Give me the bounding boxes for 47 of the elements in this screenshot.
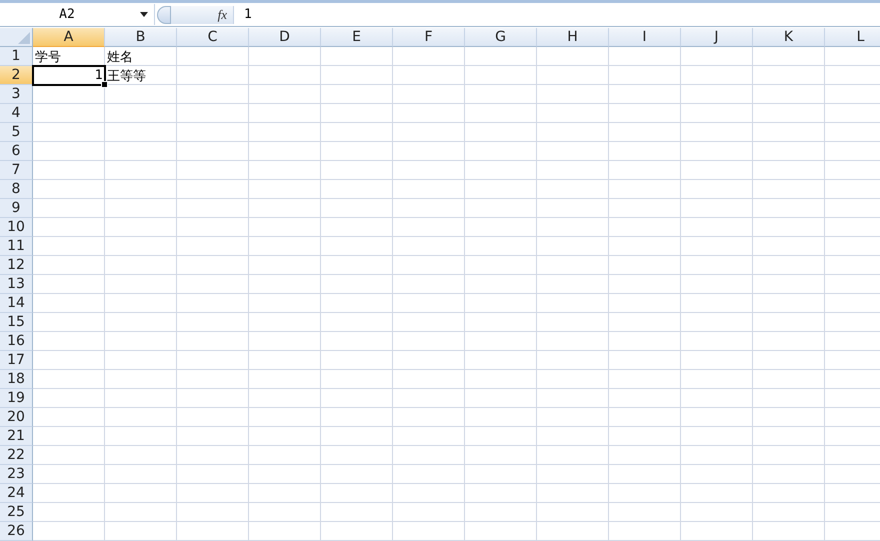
row-header[interactable]: 14 xyxy=(0,294,33,313)
row-header[interactable]: 13 xyxy=(0,275,33,294)
column-header[interactable]: K xyxy=(753,28,825,47)
row-header[interactable]: 15 xyxy=(0,313,33,332)
row-header[interactable]: 4 xyxy=(0,104,33,123)
row-header[interactable]: 19 xyxy=(0,389,33,408)
row-header[interactable]: 26 xyxy=(0,522,33,541)
table-cell[interactable]: 姓名 xyxy=(105,47,177,66)
row-header[interactable]: 21 xyxy=(0,427,33,446)
table-cell[interactable]: 王等等 xyxy=(105,66,177,85)
row-header[interactable]: 23 xyxy=(0,465,33,484)
row-header[interactable]: 16 xyxy=(0,332,33,351)
column-header[interactable]: L xyxy=(825,28,880,47)
table-cell[interactable]: 学号 xyxy=(33,47,105,66)
row-header[interactable]: 7 xyxy=(0,161,33,180)
row-header[interactable]: 12 xyxy=(0,256,33,275)
column-header[interactable]: J xyxy=(681,28,753,47)
row-header[interactable]: 20 xyxy=(0,408,33,427)
row-header[interactable]: 2 xyxy=(0,66,33,85)
dropdown-caret-icon[interactable] xyxy=(140,12,148,17)
row-header[interactable]: 8 xyxy=(0,180,33,199)
corner-triangle-icon xyxy=(18,32,30,44)
row-header[interactable]: 17 xyxy=(0,351,33,370)
row-header[interactable]: 9 xyxy=(0,199,33,218)
column-header[interactable]: D xyxy=(249,28,321,47)
resize-grip-icon[interactable] xyxy=(157,6,171,24)
row-header[interactable]: 25 xyxy=(0,503,33,522)
row-header[interactable]: 10 xyxy=(0,218,33,237)
table-cell[interactable]: 1 xyxy=(33,66,105,85)
row-header[interactable]: 1 xyxy=(0,47,33,66)
fill-handle[interactable] xyxy=(101,81,108,88)
column-header[interactable]: E xyxy=(321,28,393,47)
column-header[interactable]: B xyxy=(105,28,177,47)
row-header[interactable]: 24 xyxy=(0,484,33,503)
column-header[interactable]: H xyxy=(537,28,609,47)
column-header[interactable]: I xyxy=(609,28,681,47)
row-header[interactable]: 18 xyxy=(0,370,33,389)
row-header[interactable]: 11 xyxy=(0,237,33,256)
column-header[interactable]: C xyxy=(177,28,249,47)
name-box[interactable]: A2 xyxy=(0,4,155,25)
row-header[interactable]: 5 xyxy=(0,123,33,142)
column-header[interactable]: A xyxy=(33,28,105,47)
row-header[interactable]: 3 xyxy=(0,85,33,104)
column-header[interactable]: F xyxy=(393,28,465,47)
row-header[interactable]: 22 xyxy=(0,446,33,465)
row-header[interactable]: 6 xyxy=(0,142,33,161)
column-header[interactable]: G xyxy=(465,28,537,47)
